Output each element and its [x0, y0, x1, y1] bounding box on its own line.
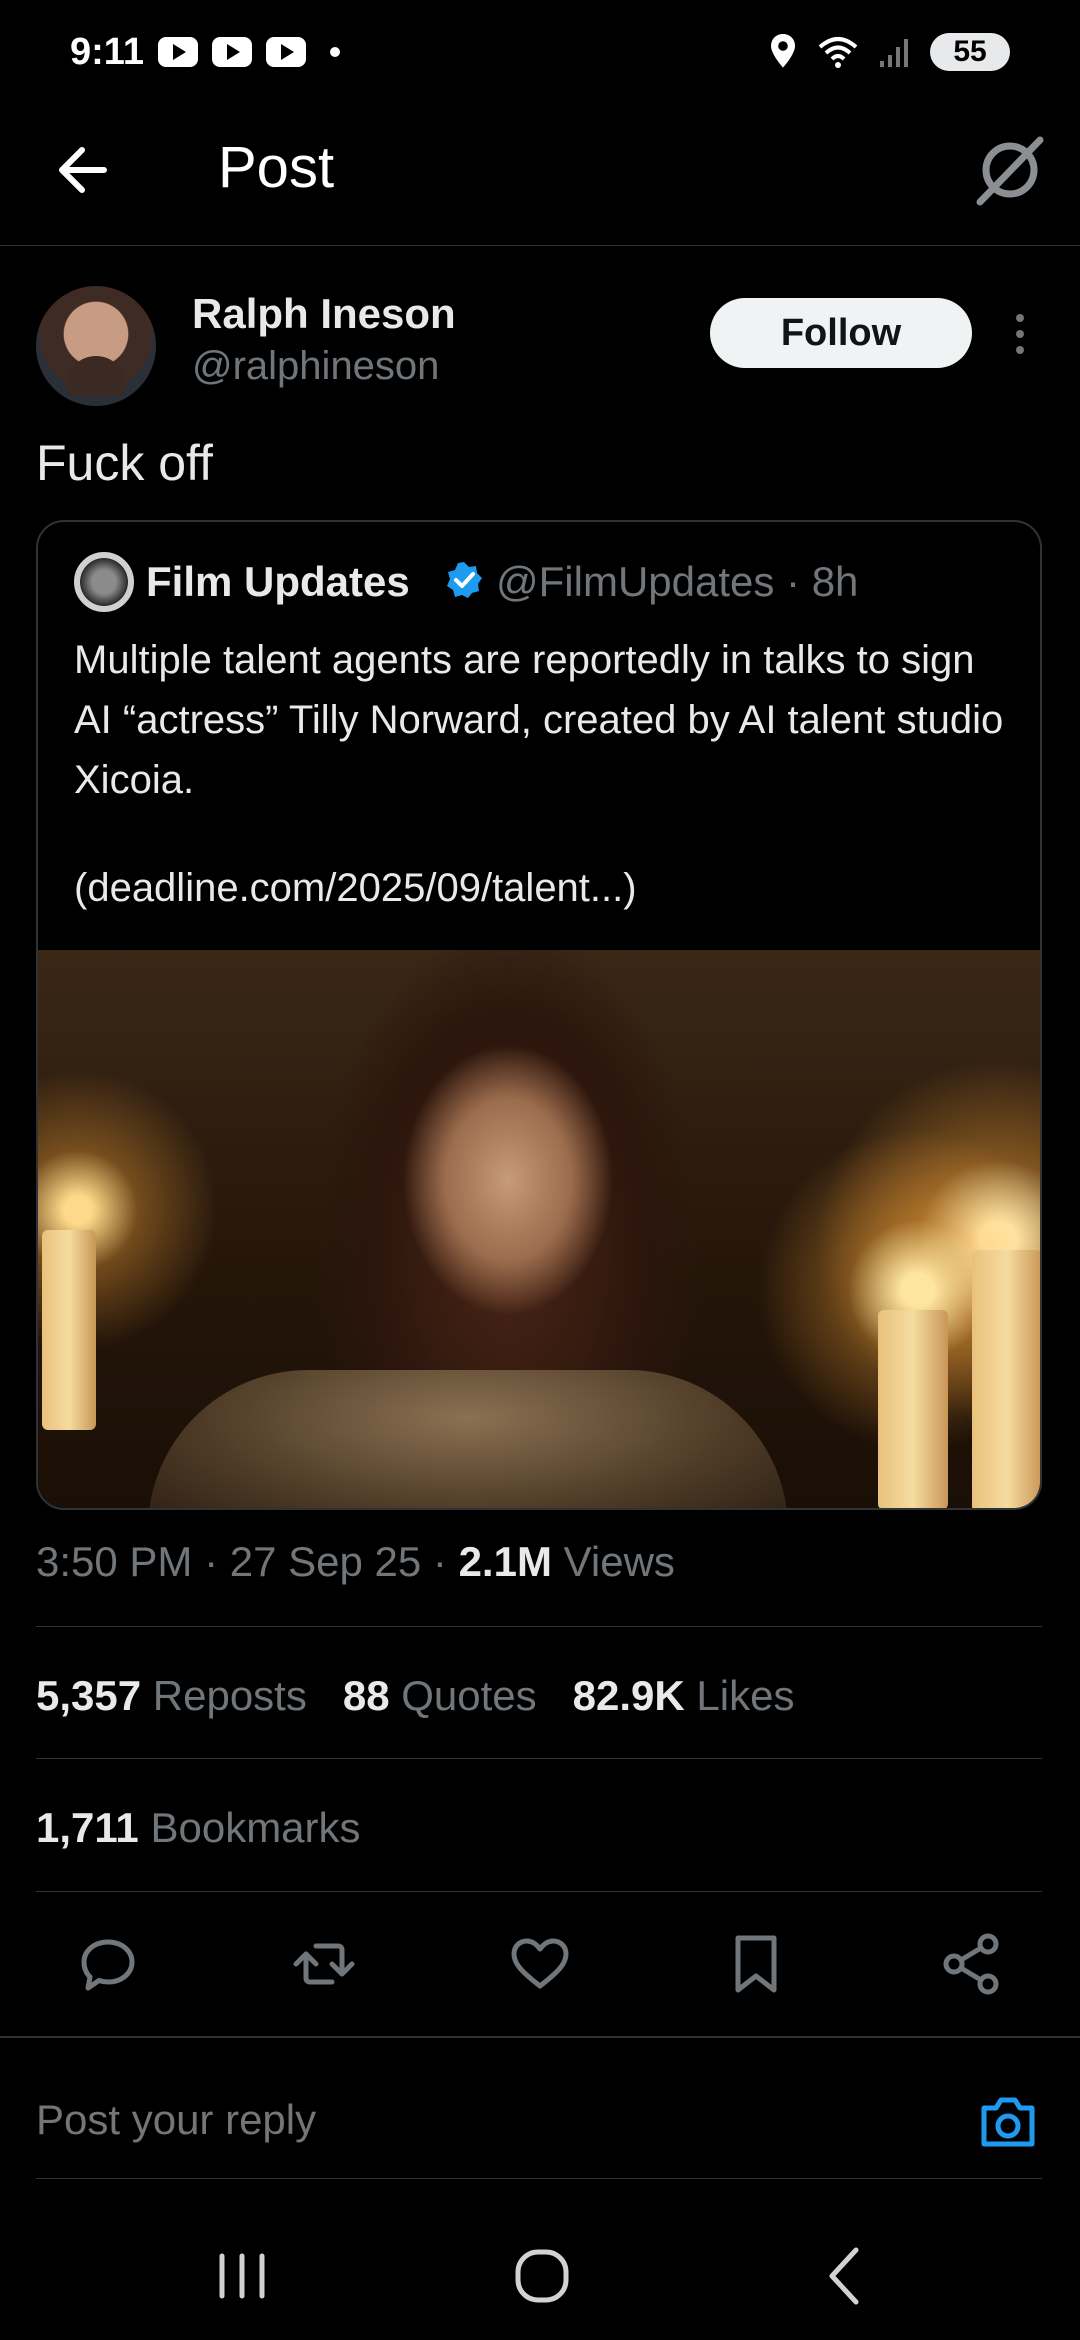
post-timestamp: 3:50 PM · 27 Sep 25 · 2.1M Views	[36, 1538, 675, 1586]
divider	[36, 2178, 1042, 2179]
likes-label: Likes	[684, 1672, 795, 1719]
reposts-stat[interactable]: 5,357 Reposts	[36, 1672, 307, 1720]
repost-icon	[293, 1943, 355, 1985]
status-time: 9:11	[70, 30, 144, 73]
youtube-notification-icon	[265, 37, 306, 67]
home-icon	[515, 2249, 569, 2303]
more-notifications-dot-icon	[329, 47, 340, 57]
battery-indicator: 55	[930, 33, 1010, 71]
divider	[36, 1626, 1042, 1627]
divider	[36, 1758, 1042, 1759]
heart-icon	[511, 1938, 569, 1989]
share-button[interactable]	[940, 1932, 1004, 1996]
top-app-bar: Post	[0, 104, 1080, 246]
signal-icon	[878, 35, 912, 69]
battery-level: 55	[953, 35, 987, 68]
status-bar-right: 55	[768, 33, 1010, 71]
reposts-count: 5,357	[36, 1672, 142, 1719]
system-back-button[interactable]	[806, 2236, 886, 2316]
quoted-author-name: Film Updates	[146, 558, 410, 605]
engagement-stats: 5,357 Reposts 88 Quotes 82.9K Likes	[36, 1672, 794, 1720]
bookmarks-stat[interactable]: 1,711 Bookmarks	[36, 1804, 361, 1852]
back-button[interactable]	[52, 138, 116, 202]
quoted-text: Multiple talent agents are reportedly in…	[74, 638, 1004, 802]
bookmarks-label: Bookmarks	[138, 1804, 361, 1851]
chevron-left-icon	[829, 2247, 859, 2305]
quoted-link[interactable]: (deadline.com/2025/09/talent...)	[74, 866, 637, 911]
like-button[interactable]	[508, 1932, 572, 1996]
repost-button[interactable]	[292, 1932, 356, 1996]
views-label: Views	[551, 1538, 675, 1585]
arrow-left-icon	[59, 147, 107, 193]
recent-apps-icon	[219, 2253, 265, 2299]
status-bar-left: 9:11	[70, 31, 340, 74]
page-title: Post	[218, 135, 335, 200]
author-avatar[interactable]	[36, 286, 156, 406]
more-options-button[interactable]	[1008, 310, 1032, 358]
camera-button[interactable]	[976, 2090, 1040, 2154]
candle-right-1	[878, 1310, 948, 1508]
recent-apps-button[interactable]	[202, 2236, 282, 2316]
youtube-notification-icon	[211, 37, 252, 67]
reply-input[interactable]	[36, 2096, 936, 2144]
follow-button[interactable]: Follow	[710, 298, 972, 368]
views-count: 2.1M	[458, 1538, 552, 1585]
youtube-notification-icon	[157, 37, 198, 67]
divider	[0, 2036, 1080, 2038]
reposts-label: Reposts	[141, 1672, 307, 1719]
bookmark-icon	[735, 1935, 777, 1993]
likes-stat[interactable]: 82.9K Likes	[573, 1672, 795, 1720]
quotes-count: 88	[342, 1672, 390, 1719]
system-navigation-bar	[0, 2200, 1080, 2340]
portrait-figure	[148, 1370, 788, 1508]
action-bar	[0, 1918, 1080, 2006]
post-text: Fuck off	[36, 435, 213, 491]
quotes-label: Quotes	[389, 1672, 537, 1719]
share-icon	[943, 1933, 999, 1995]
camera-icon	[981, 2097, 1035, 2147]
grok-button[interactable]	[972, 132, 1048, 208]
more-vertical-icon	[1016, 314, 1024, 354]
bookmark-button[interactable]	[724, 1932, 788, 1996]
grok-icon	[976, 136, 1044, 206]
reply-icon	[81, 1939, 135, 1991]
status-bar: 9:11 55	[0, 0, 1080, 104]
quoted-post-card[interactable]: Film Updates @FilmUpdates · 8h Multiple …	[36, 520, 1042, 1510]
bookmarks-count: 1,711	[36, 1804, 139, 1851]
verified-badge-icon	[444, 560, 484, 600]
wifi-icon	[816, 35, 860, 69]
likes-count: 82.9K	[572, 1672, 685, 1719]
location-icon	[768, 34, 798, 70]
timestamp-text: 3:50 PM · 27 Sep 25 ·	[36, 1538, 459, 1585]
quoted-author-avatar	[74, 552, 134, 612]
reply-button[interactable]	[76, 1932, 140, 1996]
home-button[interactable]	[502, 2236, 582, 2316]
author-handle[interactable]: @ralphineson	[192, 344, 439, 389]
author-name[interactable]: Ralph Ineson	[192, 290, 456, 338]
candle-right-2	[972, 1250, 1040, 1508]
quoted-media-image[interactable]	[38, 950, 1040, 1508]
candle-left	[42, 1230, 96, 1430]
quoted-handle-time: @FilmUpdates · 8h	[496, 558, 859, 605]
divider	[36, 1891, 1042, 1892]
quotes-stat[interactable]: 88 Quotes	[343, 1672, 537, 1720]
